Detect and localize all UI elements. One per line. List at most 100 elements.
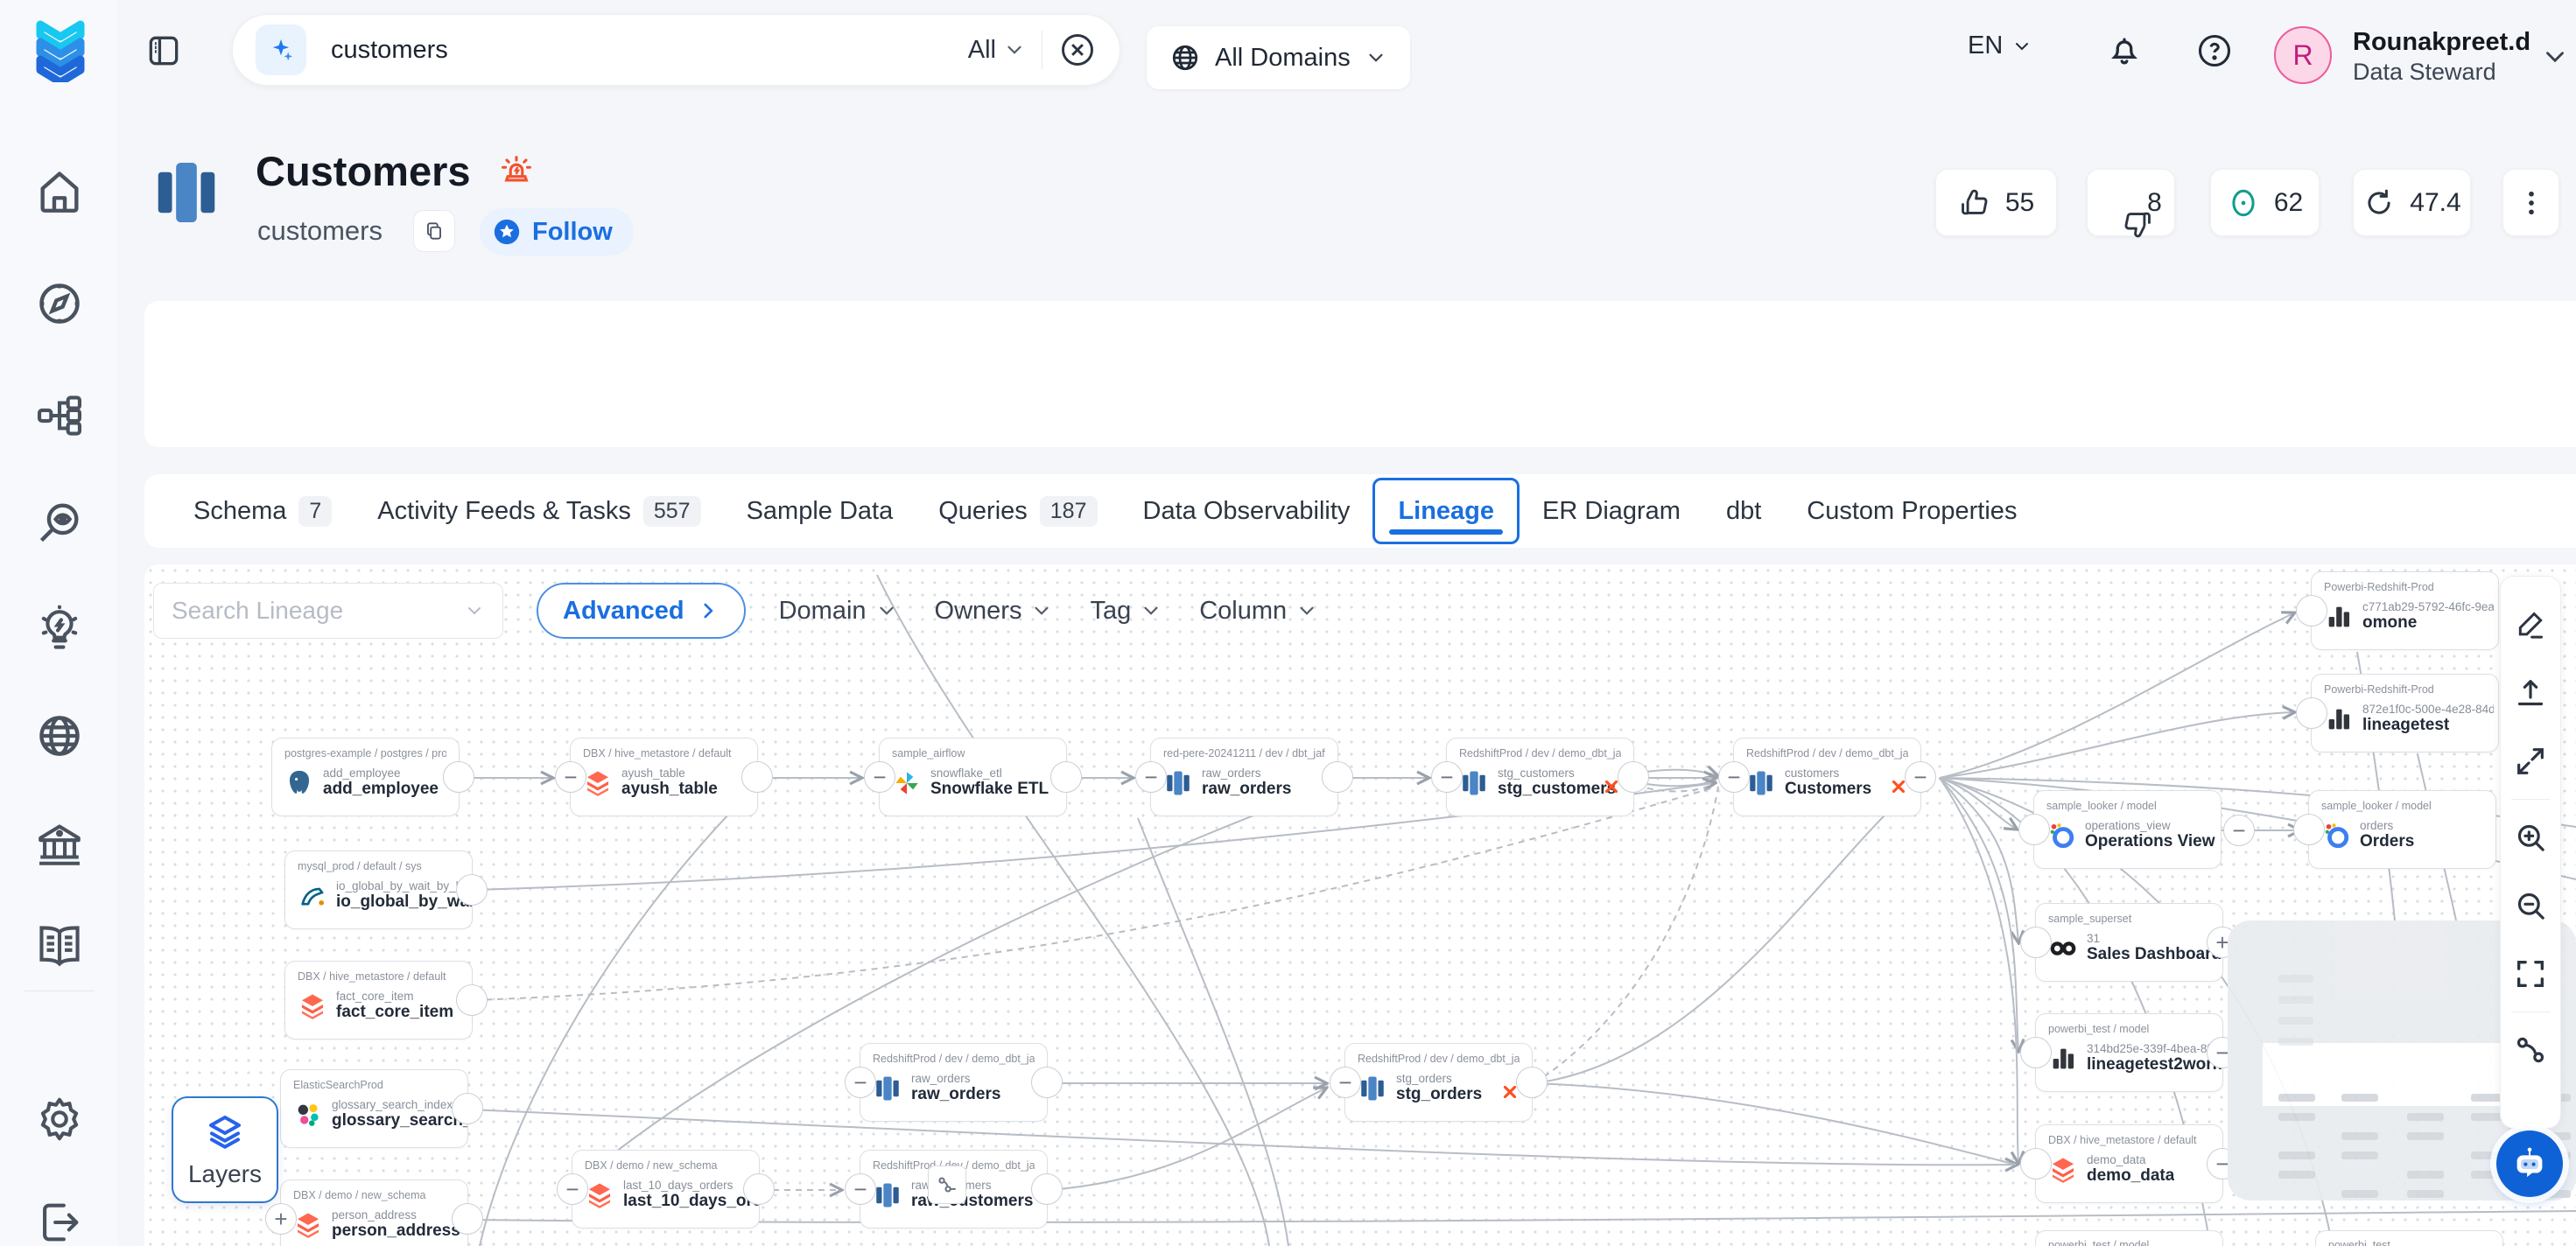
- lineage-node-snowflake-etl[interactable]: sample_airflow snowflake_etl Snowflake E…: [879, 738, 1067, 816]
- openmetadata-logo-icon[interactable]: [33, 19, 88, 82]
- edge-handle[interactable]: [2296, 697, 2327, 729]
- stat-thumbs-up-button[interactable]: 55: [1935, 169, 2057, 236]
- edge-handle[interactable]: [2020, 927, 2052, 958]
- tab-lineage[interactable]: Lineage: [1372, 478, 1520, 544]
- sidebar-item-govern[interactable]: [34, 819, 85, 870]
- ai-sparkle-icon[interactable]: [256, 24, 306, 75]
- edge-handle[interactable]: [452, 1203, 483, 1235]
- expand-button[interactable]: [2513, 744, 2548, 779]
- lineage-filter-tag[interactable]: Tag: [1090, 597, 1162, 626]
- zoom-out-button[interactable]: [2513, 888, 2548, 923]
- edge-handle[interactable]: [1031, 1067, 1063, 1098]
- sidebar-item-explore[interactable]: [34, 278, 85, 329]
- edge-handle[interactable]: [2020, 1037, 2052, 1068]
- edge-handle[interactable]: [456, 984, 488, 1016]
- flow-mini-button[interactable]: [2513, 1032, 2548, 1068]
- lineage-node-demo-data[interactable]: DBX / hive_metastore / default demo_data…: [2035, 1124, 2223, 1203]
- export-button[interactable]: [2513, 676, 2548, 710]
- tab-queries[interactable]: Queries 187: [916, 474, 1120, 548]
- sidebar-item-domains[interactable]: [34, 710, 85, 761]
- lineage-node-add-employee[interactable]: postgres-example / postgres / production…: [271, 738, 460, 816]
- layers-button[interactable]: Layers: [172, 1096, 278, 1203]
- sidebar-item-lineage-nav[interactable]: [34, 390, 85, 441]
- minus-collapse-button[interactable]: −: [845, 1173, 876, 1205]
- user-menu[interactable]: Rounakpreet.d Data Steward: [2353, 26, 2530, 88]
- tab-data-observability[interactable]: Data Observability: [1120, 474, 1373, 548]
- minus-collapse-button[interactable]: −: [555, 761, 586, 793]
- sidebar-toggle-icon[interactable]: [144, 32, 183, 70]
- minus-collapse-button[interactable]: −: [1330, 1067, 1361, 1098]
- lineage-node-glossary-search-index[interactable]: ElasticSearchProd glossary_search_index …: [280, 1069, 468, 1148]
- tab-schema[interactable]: Schema 7: [171, 474, 354, 548]
- edge-handle[interactable]: [443, 761, 474, 793]
- minus-collapse-button[interactable]: −: [1905, 761, 1936, 793]
- sidebar-item-home[interactable]: [34, 166, 85, 217]
- zoom-in-button[interactable]: [2513, 820, 2548, 855]
- minus-collapse-button[interactable]: −: [864, 761, 895, 793]
- tab-custom-properties[interactable]: Custom Properties: [1784, 474, 2039, 548]
- lineage-node-orders[interactable]: sample_looker / model orders Orders: [2308, 790, 2496, 869]
- lineage-node-customers[interactable]: RedshiftProd / dev / demo_dbt_jaffle cus…: [1733, 738, 1921, 816]
- plus-collapse-button[interactable]: +: [265, 1203, 297, 1235]
- lineage-node-omone[interactable]: Powerbi-Redshift-Prod c771ab29-5792-46fc…: [2311, 571, 2499, 650]
- lineage-node-partial[interactable]: powerbi_test / model: [2035, 1230, 2223, 1246]
- chat-bot-button[interactable]: [2496, 1130, 2563, 1197]
- lineage-node-ayush-table[interactable]: DBX / hive_metastore / default ayush_tab…: [570, 738, 758, 816]
- follow-button[interactable]: Follow: [480, 208, 634, 256]
- edge-handle[interactable]: [2018, 814, 2050, 845]
- stat-kebab-button[interactable]: [2502, 169, 2559, 236]
- search-scope-dropdown[interactable]: All: [968, 36, 1026, 65]
- avatar[interactable]: R: [2274, 26, 2332, 84]
- advanced-search-button[interactable]: Advanced: [537, 583, 746, 639]
- search-input[interactable]: customers: [331, 36, 448, 65]
- tab-activity-feeds-tasks[interactable]: Activity Feeds & Tasks 557: [354, 474, 723, 548]
- lineage-node-lineagetest2work[interactable]: powerbi_test / model 314bd25e-339f-4bea-…: [2035, 1013, 2223, 1092]
- edge-handle[interactable]: [452, 1093, 483, 1124]
- edge-handle[interactable]: [1050, 761, 1082, 793]
- tab-sample-data[interactable]: Sample Data: [724, 474, 916, 548]
- pipeline-edge-icon[interactable]: [928, 1166, 966, 1204]
- edge-handle[interactable]: [2293, 814, 2325, 845]
- chevron-down-icon[interactable]: [2540, 42, 2570, 72]
- sidebar-item-observability[interactable]: [34, 497, 85, 548]
- lineage-node-lineagetest[interactable]: Powerbi-Redshift-Prod 872e1f0c-500e-4e28…: [2311, 674, 2499, 752]
- sidebar-item-glossary[interactable]: [34, 920, 85, 971]
- lineage-filter-domain[interactable]: Domain: [779, 597, 898, 626]
- tab-dbt[interactable]: dbt: [1703, 474, 1784, 548]
- lineage-node-operations-view[interactable]: sample_looker / model operations_view Op…: [2033, 790, 2222, 869]
- minus-collapse-button[interactable]: −: [1718, 761, 1750, 793]
- sidebar-item-insights[interactable]: [34, 604, 85, 654]
- minus-collapse-button[interactable]: −: [845, 1067, 876, 1098]
- edit-button[interactable]: [2513, 607, 2548, 642]
- edge-handle[interactable]: [743, 1173, 775, 1205]
- stat-thumbs-down-button[interactable]: 8: [2087, 169, 2175, 236]
- lineage-node-stg-orders[interactable]: RedshiftProd / dev / demo_dbt_jaffle stg…: [1344, 1043, 1533, 1122]
- lineage-node-raw-orders[interactable]: RedshiftProd / dev / demo_dbt_jaffle raw…: [860, 1043, 1048, 1122]
- edge-handle[interactable]: [2296, 595, 2327, 626]
- lineage-node-fact-core-item[interactable]: DBX / hive_metastore / default fact_core…: [284, 961, 473, 1040]
- lineage-node-stg-customers[interactable]: RedshiftProd / dev / demo_dbt_jaffle stg…: [1446, 738, 1634, 816]
- edge-handle[interactable]: [741, 761, 773, 793]
- lineage-filter-column[interactable]: Column: [1199, 597, 1318, 626]
- lineage-node-sales-dashboard[interactable]: sample_superset 31 Sales Dashboard +: [2035, 903, 2223, 982]
- notifications-bell-icon[interactable]: [2105, 32, 2144, 70]
- lineage-node-io-global-by-wait-by-late-[interactable]: mysql_prod / default / sys io_global_by_…: [284, 850, 473, 929]
- all-domains-dropdown[interactable]: All Domains: [1147, 26, 1410, 89]
- lineage-node-person-address[interactable]: DBX / demo / new_schema person_address p…: [280, 1180, 468, 1246]
- edge-handle[interactable]: [1618, 761, 1649, 793]
- language-dropdown[interactable]: EN: [1968, 32, 2032, 60]
- edge-handle[interactable]: [1516, 1067, 1548, 1098]
- clear-search-icon[interactable]: [1058, 31, 1097, 69]
- lineage-node-raw-orders[interactable]: red-pere-20241211 / dev / dbt_jaffle raw…: [1150, 738, 1338, 816]
- stat-refresh-button[interactable]: 47.4: [2353, 169, 2471, 236]
- fit-button[interactable]: [2513, 956, 2548, 991]
- copy-icon[interactable]: [413, 210, 455, 252]
- edge-handle[interactable]: [456, 874, 488, 906]
- help-icon[interactable]: [2195, 32, 2234, 70]
- minus-collapse-button[interactable]: −: [557, 1173, 588, 1205]
- edge-handle[interactable]: [2020, 1148, 2052, 1180]
- minus-collapse-button[interactable]: −: [1431, 761, 1463, 793]
- global-search-bar[interactable]: customers All: [232, 14, 1120, 86]
- sidebar-item-settings[interactable]: [34, 1094, 85, 1144]
- lineage-filter-owners[interactable]: Owners: [935, 597, 1054, 626]
